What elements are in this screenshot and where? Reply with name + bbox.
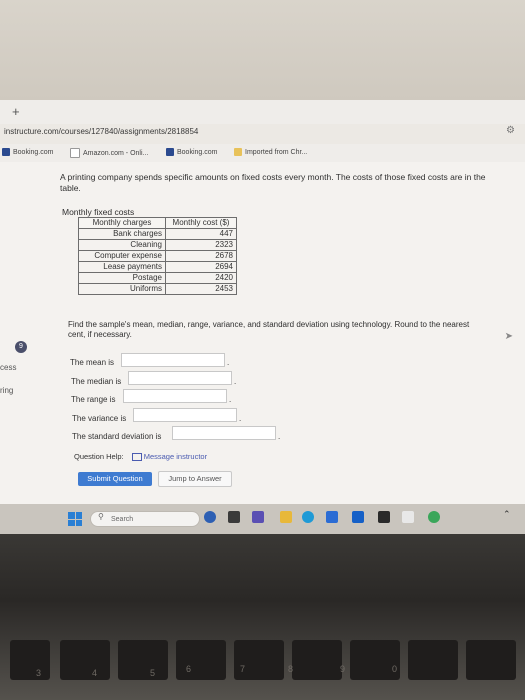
range-end-punct: . xyxy=(229,395,232,404)
mail-icon xyxy=(131,453,142,462)
new-tab-button[interactable]: + xyxy=(12,104,20,119)
key-label: 3 xyxy=(36,668,42,678)
monitor-bezel xyxy=(0,0,525,100)
charge-cell: Postage xyxy=(78,272,166,284)
key-label: 4 xyxy=(92,668,98,678)
teams-icon[interactable] xyxy=(252,511,264,523)
table-row: Postage 2420 xyxy=(78,272,237,284)
column-header: Monthly cost ($) xyxy=(165,217,237,229)
message-instructor-link[interactable]: Message instructor xyxy=(131,452,207,462)
table-row: Bank charges 447 xyxy=(78,228,237,240)
keyboard-key xyxy=(176,640,226,680)
mean-label: The mean is xyxy=(70,358,115,367)
amazon-icon xyxy=(70,148,80,158)
range-label: The range is xyxy=(71,395,116,404)
question-help: Question Help: Message instructor xyxy=(74,452,207,462)
keyboard-key xyxy=(350,640,400,680)
key-label: 7 xyxy=(240,664,246,674)
cost-cell: 2694 xyxy=(165,261,237,273)
bookmark-imported-folder[interactable]: Imported from Chr... xyxy=(234,148,307,156)
stddev-label: The standard deviation is xyxy=(72,432,162,441)
keyboard-key xyxy=(10,640,50,680)
mouse-cursor-icon: ➤ xyxy=(504,331,513,342)
cost-cell: 447 xyxy=(165,228,237,240)
variance-label: The variance is xyxy=(72,414,127,423)
keyboard-key xyxy=(292,640,342,680)
folder-icon xyxy=(234,148,242,156)
variance-input[interactable] xyxy=(133,408,237,422)
charge-cell: Uniforms xyxy=(78,283,166,295)
table-row: Cleaning 2323 xyxy=(78,239,237,251)
chevron-up-icon[interactable]: ⌃ xyxy=(503,509,511,520)
key-label: 6 xyxy=(186,664,192,674)
key-label: 0 xyxy=(392,664,398,674)
sidebar-item-progress[interactable]: cess xyxy=(0,363,16,372)
bookmark-amazon[interactable]: Amazon.com - Onli... xyxy=(70,148,148,158)
table-row: Uniforms 2453 xyxy=(78,283,237,295)
jump-to-answer-button[interactable]: Jump to Answer xyxy=(158,471,232,487)
keyboard-key xyxy=(408,640,458,680)
median-end-punct: . xyxy=(234,377,237,386)
sidebar-item-scoring[interactable]: ring xyxy=(0,386,13,395)
mail-app-icon[interactable] xyxy=(352,511,364,523)
cost-cell: 2420 xyxy=(165,272,237,284)
store-icon[interactable] xyxy=(326,511,338,523)
edge-icon[interactable] xyxy=(302,511,314,523)
table-row: Lease payments 2694 xyxy=(78,261,237,273)
search-icon: ⚲ xyxy=(98,512,104,521)
file-explorer-icon[interactable] xyxy=(280,511,292,523)
keyboard-key xyxy=(466,640,516,680)
table-caption: Monthly fixed costs xyxy=(62,207,135,217)
key-label: 5 xyxy=(150,668,156,678)
cost-cell: 2453 xyxy=(165,283,237,295)
keyboard-key xyxy=(118,640,168,680)
range-input[interactable] xyxy=(123,389,227,403)
column-header: Monthly charges xyxy=(78,217,166,229)
key-label: 8 xyxy=(288,664,294,674)
cost-cell: 2323 xyxy=(165,239,237,251)
mean-input[interactable] xyxy=(121,353,225,367)
question-number-badge[interactable]: 9 xyxy=(15,341,27,353)
bookmark-booking-1[interactable]: Booking.com xyxy=(2,148,53,156)
question-instructions: Find the sample's mean, median, range, v… xyxy=(68,320,470,339)
booking-icon xyxy=(166,148,174,156)
median-label: The median is xyxy=(71,377,122,386)
cost-cell: 2678 xyxy=(165,250,237,262)
stddev-input[interactable] xyxy=(172,426,276,440)
mean-end-punct: . xyxy=(227,358,230,367)
submit-question-button[interactable]: Submit Question xyxy=(78,472,152,486)
fixed-costs-table: Monthly charges Monthly cost ($) Bank ch… xyxy=(78,217,237,295)
key-label: 9 xyxy=(340,664,346,674)
charge-cell: Computer expense xyxy=(78,250,166,262)
question-intro: A printing company spends specific amoun… xyxy=(60,172,486,193)
booking-icon xyxy=(2,148,10,156)
taskbar-search[interactable]: Search xyxy=(90,511,200,527)
bookmark-booking-2[interactable]: Booking.com xyxy=(166,148,217,156)
chrome-icon[interactable] xyxy=(428,511,440,523)
task-view-icon[interactable] xyxy=(228,511,240,523)
dollar-app-icon[interactable] xyxy=(402,511,414,523)
median-input[interactable] xyxy=(128,371,232,385)
keyboard-key xyxy=(60,640,110,680)
table-header-row: Monthly charges Monthly cost ($) xyxy=(78,217,237,229)
keyboard-key xyxy=(234,640,284,680)
charge-cell: Cleaning xyxy=(78,239,166,251)
charge-cell: Lease payments xyxy=(78,261,166,273)
windows-start-icon[interactable] xyxy=(68,512,82,526)
stddev-end-punct: . xyxy=(278,432,281,441)
table-row: Computer expense 2678 xyxy=(78,250,237,262)
app-icon[interactable] xyxy=(378,511,390,523)
extensions-icon[interactable]: ⚙ xyxy=(506,125,515,136)
variance-end-punct: . xyxy=(239,414,242,423)
bing-icon[interactable] xyxy=(204,511,216,523)
charge-cell: Bank charges xyxy=(78,228,166,240)
help-label: Question Help: xyxy=(74,452,124,461)
url-text[interactable]: instructure.com/courses/127840/assignmen… xyxy=(4,127,198,136)
